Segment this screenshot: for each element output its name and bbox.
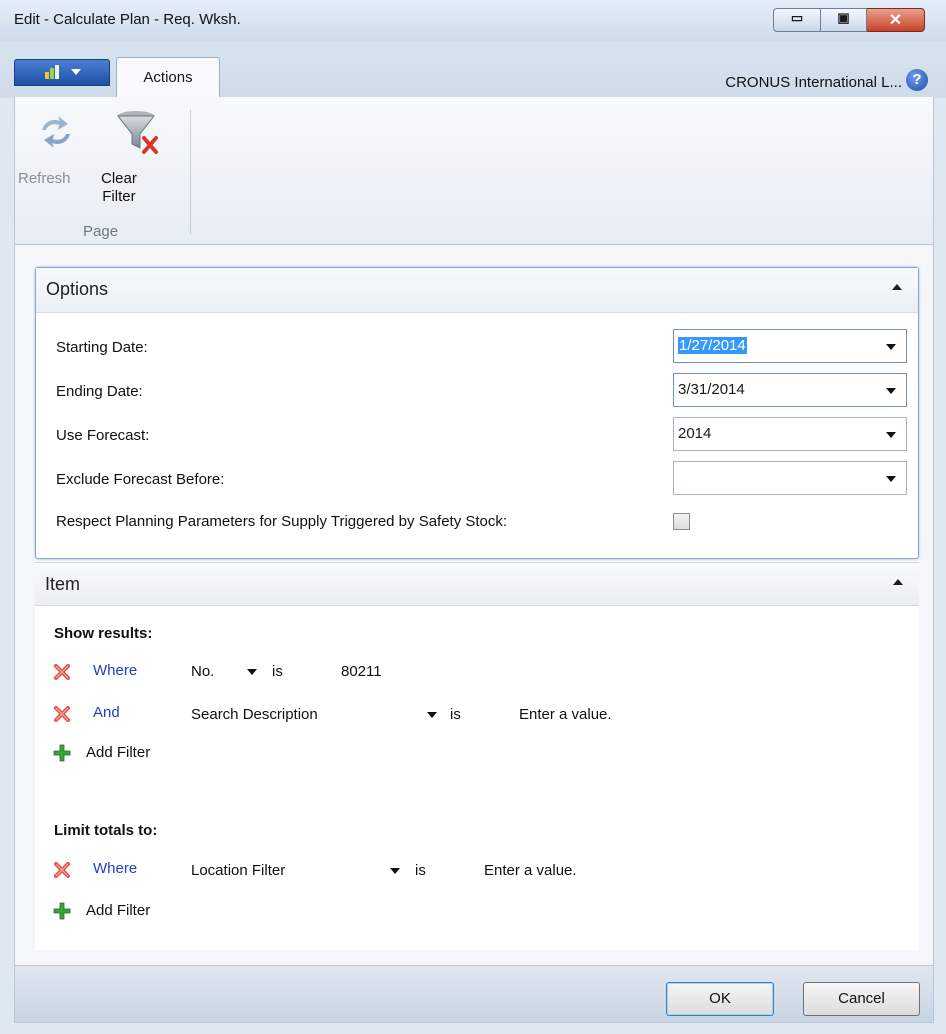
collapse-chevron-icon[interactable] xyxy=(893,579,903,585)
exclude-forecast-before-field[interactable] xyxy=(673,461,907,495)
refresh-icon xyxy=(42,116,70,148)
limit-field-location-filter[interactable]: Location Filter xyxy=(191,862,285,879)
respect-planning-parameters-checkbox[interactable] xyxy=(673,513,690,530)
ending-date-field[interactable]: 3/31/2014 xyxy=(673,373,907,407)
dynamics-logo-icon xyxy=(45,65,63,79)
collapse-chevron-icon[interactable] xyxy=(892,284,902,290)
dropdown-arrow-icon[interactable] xyxy=(886,432,896,438)
filter-field-no[interactable]: No. xyxy=(191,663,214,680)
filter-value[interactable]: 80211 xyxy=(341,663,382,680)
filter-field-search-description[interactable]: Search Description xyxy=(191,706,318,723)
filter-field-dropdown-icon[interactable] xyxy=(390,868,400,874)
limit-operator: is xyxy=(415,862,426,879)
add-limit-filter-link[interactable]: Add Filter xyxy=(86,902,150,919)
use-forecast-label: Use Forecast: xyxy=(56,427,150,444)
tab-actions-label: Actions xyxy=(143,69,193,86)
help-icon[interactable]: ? xyxy=(906,69,928,91)
maximize-icon: ▣ xyxy=(837,10,850,25)
minimize-icon: ▭ xyxy=(790,10,804,25)
filter-field-dropdown-icon[interactable] xyxy=(427,712,437,718)
ribbon-separator xyxy=(190,110,191,234)
filter-field-dropdown-icon[interactable] xyxy=(247,669,257,675)
ribbon-group-page-label: Page xyxy=(83,223,119,240)
remove-filter-icon[interactable] xyxy=(53,663,71,681)
clear-filter-button[interactable]: Clear Filter xyxy=(101,170,137,206)
application-menu-button[interactable] xyxy=(14,59,110,86)
item-header[interactable]: Item xyxy=(35,563,919,606)
cancel-button[interactable]: Cancel xyxy=(803,982,920,1016)
respect-planning-parameters-label: Respect Planning Parameters for Supply T… xyxy=(56,513,508,530)
use-forecast-value: 2014 xyxy=(678,425,712,442)
company-name[interactable]: CRONUS International L... xyxy=(725,74,902,91)
exclude-forecast-before-label: Exclude Forecast Before: xyxy=(56,471,225,488)
clear-filter-icon xyxy=(116,111,158,154)
dropdown-arrow-icon[interactable] xyxy=(886,388,896,394)
filter-value[interactable]: Enter a value. xyxy=(519,706,612,723)
close-button[interactable]: ✕ xyxy=(867,8,925,32)
ending-date-value: 3/31/2014 xyxy=(678,381,745,398)
maximize-button[interactable]: ▣ xyxy=(821,8,867,32)
add-filter-link[interactable]: Add Filter xyxy=(86,744,150,761)
starting-date-value: 1/27/2014 xyxy=(678,337,747,354)
filter-connector-where[interactable]: Where xyxy=(93,662,137,679)
show-results-label: Show results: xyxy=(54,625,153,642)
use-forecast-field[interactable]: 2014 xyxy=(673,417,907,451)
options-header[interactable]: Options xyxy=(36,268,918,313)
dropdown-arrow-icon[interactable] xyxy=(886,476,896,482)
ribbon-tab-row: Actions CRONUS International L... ? xyxy=(0,42,946,98)
remove-filter-icon[interactable] xyxy=(53,861,71,879)
starting-date-field[interactable]: 1/27/2014 xyxy=(673,329,907,363)
filter-operator: is xyxy=(272,663,283,680)
title-bar: Edit - Calculate Plan - Req. Wksh. ▭ ▣ ✕ xyxy=(0,0,946,42)
chevron-down-icon xyxy=(71,69,81,75)
clear-filter-label-line1: Clear xyxy=(101,170,137,187)
limit-connector-where[interactable]: Where xyxy=(93,860,137,877)
options-title: Options xyxy=(46,279,109,299)
ok-button[interactable]: OK xyxy=(666,982,774,1016)
dropdown-arrow-icon[interactable] xyxy=(886,344,896,350)
limit-totals-label: Limit totals to: xyxy=(54,822,158,839)
refresh-button[interactable]: Refresh xyxy=(18,170,71,188)
filter-operator: is xyxy=(450,706,461,723)
dialog-footer xyxy=(14,965,934,1023)
refresh-label: Refresh xyxy=(18,170,71,187)
item-fasttab: Item xyxy=(35,562,919,950)
window-title: Edit - Calculate Plan - Req. Wksh. xyxy=(14,11,241,28)
starting-date-label: Starting Date: xyxy=(56,339,148,356)
limit-value[interactable]: Enter a value. xyxy=(484,862,577,879)
calculate-plan-window: Edit - Calculate Plan - Req. Wksh. ▭ ▣ ✕… xyxy=(0,0,946,1034)
item-title: Item xyxy=(45,574,81,594)
ending-date-label: Ending Date: xyxy=(56,383,143,400)
add-filter-plus-icon[interactable] xyxy=(53,744,71,762)
remove-filter-icon[interactable] xyxy=(53,705,71,723)
add-filter-plus-icon[interactable] xyxy=(53,902,71,920)
clear-filter-label-line2: Filter xyxy=(102,188,136,205)
minimize-button[interactable]: ▭ xyxy=(773,8,821,32)
tab-actions[interactable]: Actions xyxy=(116,57,220,98)
close-icon: ✕ xyxy=(888,12,903,29)
filter-connector-and[interactable]: And xyxy=(93,704,120,721)
